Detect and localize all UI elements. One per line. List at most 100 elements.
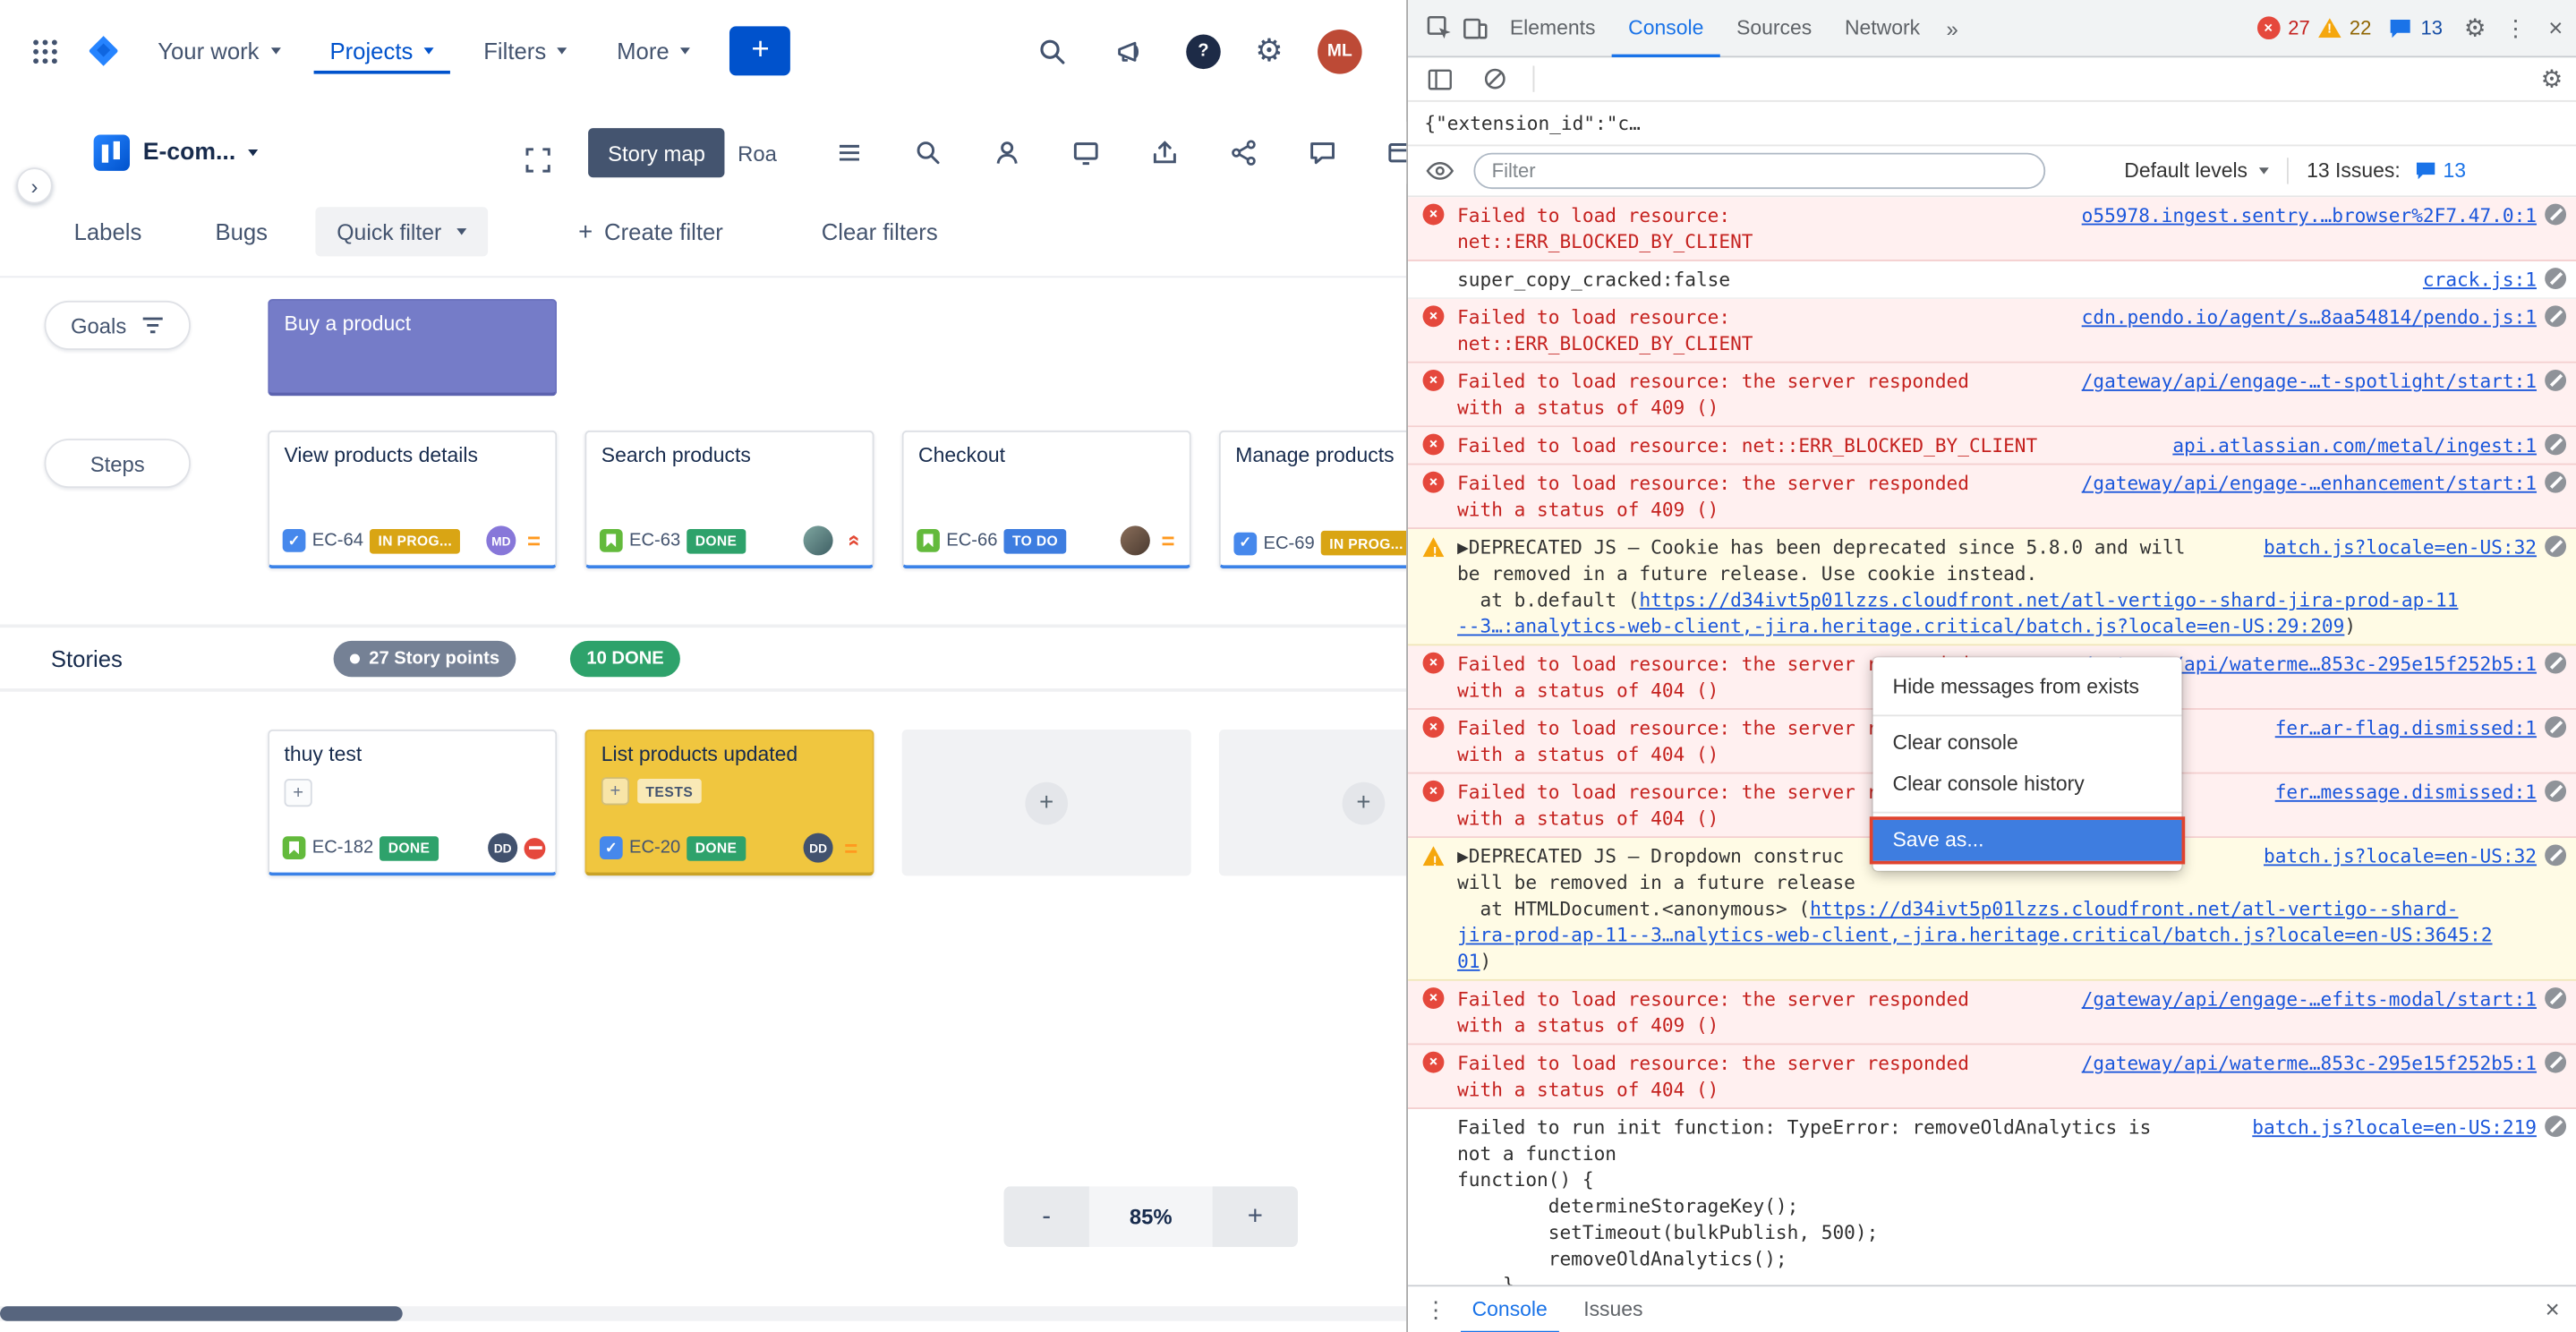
tab-console[interactable]: Console bbox=[1612, 0, 1720, 56]
nav-projects[interactable]: Projects bbox=[313, 28, 450, 73]
source-link[interactable]: /gateway/api/engage-…efits-modal/start:1 bbox=[2082, 986, 2537, 1012]
source-badge-icon[interactable] bbox=[2545, 716, 2566, 738]
board-search-icon[interactable] bbox=[910, 135, 946, 171]
help-icon[interactable] bbox=[1186, 34, 1221, 69]
empty-card-slot[interactable] bbox=[902, 730, 1191, 875]
create-issue-button[interactable]: + bbox=[730, 26, 791, 75]
source-badge-icon[interactable] bbox=[2545, 472, 2566, 493]
source-badge-icon[interactable] bbox=[2545, 535, 2566, 557]
jira-logo[interactable] bbox=[82, 30, 125, 73]
step-card[interactable]: Manage products EC-69 IN PROG... bbox=[1219, 431, 1406, 568]
console-sidebar-icon[interactable] bbox=[1421, 61, 1457, 97]
issue-key[interactable]: EC-64 bbox=[312, 531, 363, 551]
add-icon[interactable] bbox=[285, 779, 312, 807]
nav-your-work[interactable]: Your work bbox=[141, 28, 297, 73]
comment-icon[interactable] bbox=[1304, 135, 1340, 171]
export-icon[interactable] bbox=[1147, 135, 1182, 171]
source-badge-icon[interactable] bbox=[2545, 987, 2566, 1009]
device-toolbar-icon[interactable] bbox=[1457, 10, 1493, 46]
source-link[interactable]: batch.js?locale=en-US:32 bbox=[2264, 534, 2537, 560]
create-filter-button[interactable]: Create filter bbox=[578, 218, 723, 246]
nav-filters[interactable]: Filters bbox=[467, 28, 584, 73]
source-badge-icon[interactable] bbox=[2545, 1115, 2566, 1137]
devtools-close-icon[interactable] bbox=[2548, 15, 2563, 40]
steps-lane-button[interactable]: Steps bbox=[45, 439, 191, 488]
app-switcher-icon[interactable] bbox=[23, 30, 66, 73]
clear-console-icon[interactable] bbox=[1477, 61, 1513, 97]
tab-elements[interactable]: Elements bbox=[1493, 0, 1611, 56]
story-card[interactable]: List products updated TESTS EC-20 DONE D… bbox=[584, 730, 874, 875]
error-count[interactable]: 27 bbox=[2288, 16, 2310, 39]
expand-sidebar-button[interactable] bbox=[16, 167, 52, 203]
zoom-in-button[interactable]: + bbox=[1213, 1186, 1298, 1247]
issue-key[interactable]: EC-66 bbox=[946, 531, 997, 551]
issue-key[interactable]: EC-182 bbox=[312, 838, 373, 858]
source-link[interactable]: api.atlassian.com/metal/ingest:1 bbox=[2172, 432, 2537, 458]
devtools-settings-icon[interactable] bbox=[2464, 15, 2486, 40]
goals-lane-button[interactable]: Goals bbox=[45, 301, 191, 350]
issue-key[interactable]: EC-63 bbox=[629, 531, 680, 551]
more-tabs-icon[interactable]: » bbox=[1936, 15, 1967, 40]
source-link[interactable]: /gateway/api/engage-…t-spotlight/start:1 bbox=[2082, 368, 2537, 394]
empty-card-slot[interactable] bbox=[1219, 730, 1406, 875]
source-link[interactable]: cdn.pendo.io/agent/s…8aa54814/pendo.js:1 bbox=[2082, 304, 2537, 330]
fullscreen-icon[interactable] bbox=[516, 138, 559, 181]
assignee-avatar[interactable]: DD bbox=[488, 833, 517, 863]
source-badge-icon[interactable] bbox=[2545, 781, 2566, 802]
view-settings-icon[interactable] bbox=[832, 135, 867, 171]
step-card[interactable]: Search products EC-63 DONE bbox=[584, 431, 874, 568]
source-link[interactable]: batch.js?locale=en-US:219 bbox=[2252, 1114, 2537, 1140]
add-icon[interactable] bbox=[601, 777, 629, 805]
log-levels-dropdown[interactable]: Default levels bbox=[2124, 159, 2269, 183]
people-icon[interactable] bbox=[989, 135, 1025, 171]
issue-key[interactable]: EC-69 bbox=[1263, 534, 1314, 553]
story-card[interactable]: thuy test EC-182 DONE DD bbox=[268, 730, 557, 875]
assignee-avatar[interactable]: DD bbox=[804, 833, 833, 863]
warning-count-icon[interactable] bbox=[2318, 18, 2341, 38]
source-badge-icon[interactable] bbox=[2545, 305, 2566, 327]
assignee-avatar[interactable] bbox=[804, 525, 833, 555]
tab-roadmap[interactable]: Roa bbox=[738, 141, 777, 166]
labels-link[interactable]: Labels bbox=[74, 218, 142, 244]
issues-chip[interactable]: 13 bbox=[2415, 159, 2466, 183]
nav-more[interactable]: More bbox=[601, 28, 707, 73]
menu-item-hide-messages[interactable]: Hide messages from exists bbox=[1872, 667, 2181, 708]
issue-key[interactable]: EC-20 bbox=[629, 838, 680, 858]
source-link[interactable]: fer…message.dismissed:1 bbox=[2275, 779, 2537, 805]
source-link[interactable]: /gateway/api/engage-…enhancement/start:1 bbox=[2082, 470, 2537, 496]
step-card[interactable]: View products details EC-64 IN PROG... M… bbox=[268, 431, 557, 568]
warning-count[interactable]: 22 bbox=[2350, 16, 2372, 39]
user-avatar[interactable]: ML bbox=[1318, 29, 1362, 73]
assignee-avatar[interactable]: MD bbox=[486, 525, 516, 555]
tab-network[interactable]: Network bbox=[1829, 0, 1937, 56]
quick-filter-button[interactable]: Quick filter bbox=[315, 207, 487, 256]
menu-item-clear-console-history[interactable]: Clear console history bbox=[1872, 764, 2181, 806]
share-icon[interactable] bbox=[1225, 135, 1261, 171]
tab-story-map[interactable]: Story map bbox=[588, 128, 725, 177]
project-name[interactable]: E-com... bbox=[143, 140, 259, 166]
source-link[interactable]: fer…ar-flag.dismissed:1 bbox=[2275, 714, 2537, 740]
megaphone-icon[interactable] bbox=[1109, 30, 1152, 73]
source-badge-icon[interactable] bbox=[2545, 1052, 2566, 1073]
project-avatar[interactable] bbox=[94, 135, 130, 171]
source-badge-icon[interactable] bbox=[2545, 370, 2566, 391]
source-badge-icon[interactable] bbox=[2545, 268, 2566, 289]
drawer-menu-icon[interactable] bbox=[1424, 1298, 1447, 1321]
drawer-close-icon[interactable] bbox=[2546, 1297, 2560, 1322]
add-card-icon[interactable] bbox=[1025, 781, 1068, 824]
bugs-link[interactable]: Bugs bbox=[215, 218, 268, 244]
console-filter-input[interactable] bbox=[1473, 153, 2045, 189]
monitor-icon[interactable] bbox=[1068, 135, 1104, 171]
source-link[interactable]: crack.js:1 bbox=[2423, 266, 2537, 292]
zoom-out-button[interactable]: - bbox=[1003, 1186, 1088, 1247]
assignee-avatar[interactable] bbox=[1121, 525, 1150, 555]
add-card-icon[interactable] bbox=[1343, 781, 1386, 824]
scrollbar-thumb[interactable] bbox=[0, 1306, 403, 1321]
devtools-menu-icon[interactable] bbox=[2504, 16, 2528, 39]
source-badge-icon[interactable] bbox=[2545, 844, 2566, 866]
console-settings-icon[interactable] bbox=[2541, 66, 2563, 91]
settings-gear-icon[interactable] bbox=[1255, 35, 1283, 66]
source-badge-icon[interactable] bbox=[2545, 204, 2566, 226]
clear-filters-link[interactable]: Clear filters bbox=[822, 218, 938, 244]
menu-item-clear-console[interactable]: Clear console bbox=[1872, 723, 2181, 764]
